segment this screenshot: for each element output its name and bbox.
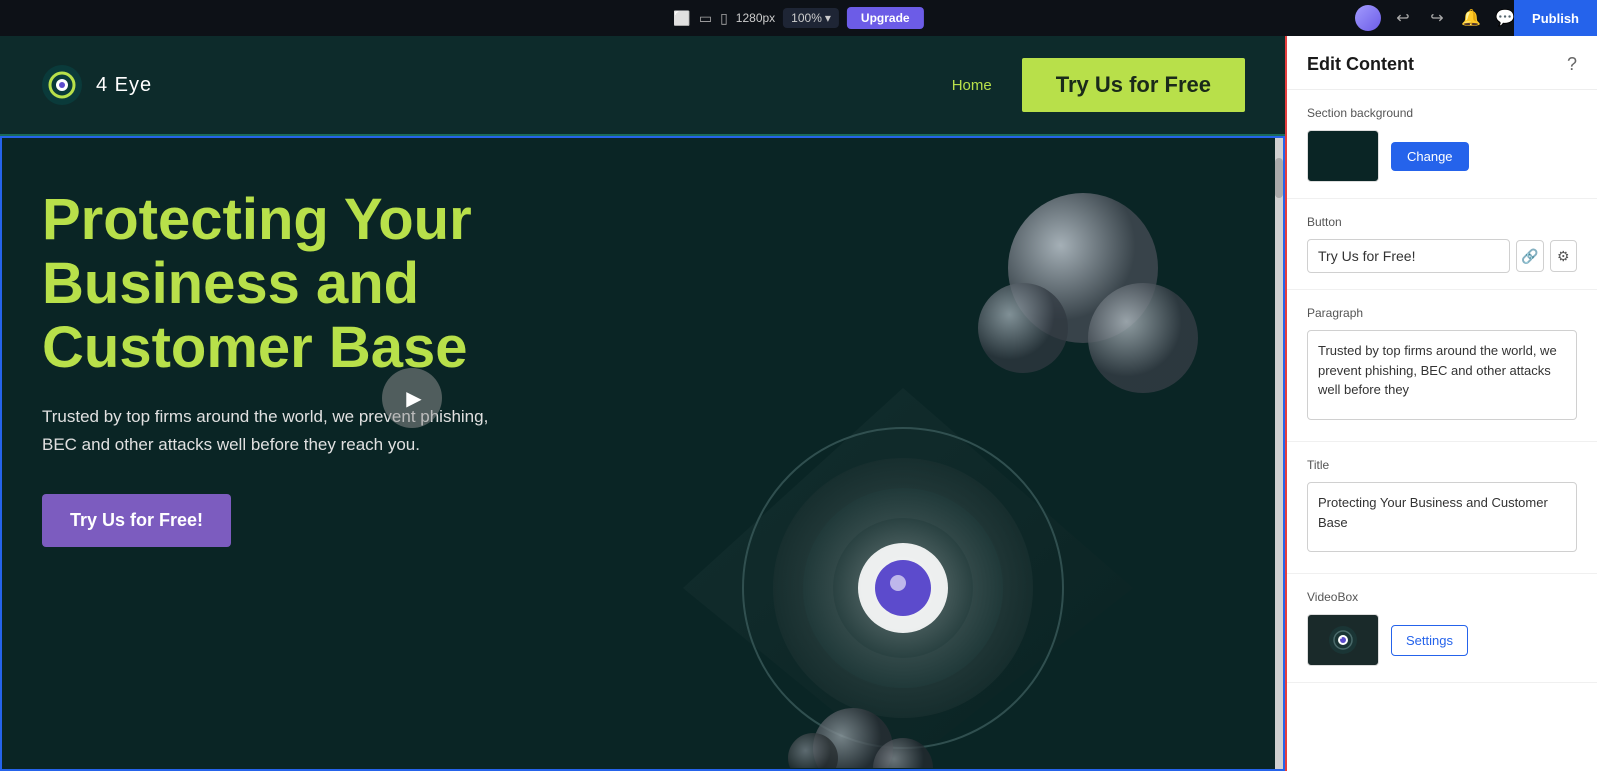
change-bg-button[interactable]: Change [1391, 142, 1469, 171]
upgrade-button[interactable]: Upgrade [847, 7, 924, 29]
toolbar-center: ⬜ ▭ ▯ 1280px 100% ▾ Upgrade [673, 7, 923, 29]
button-text-input[interactable] [1307, 239, 1510, 273]
hero-title: Protecting Your Business and Customer Ba… [42, 188, 522, 379]
logo-icon [40, 63, 84, 107]
zoom-button[interactable]: 100% ▾ [783, 8, 839, 28]
notification-icon[interactable]: 🔔 [1459, 8, 1483, 28]
preview-area: 4 Eye Home Try Us for Free Protecting Yo… [0, 36, 1285, 771]
site-logo: 4 Eye [40, 63, 152, 107]
title-section: Title Protecting Your Business and Custo… [1287, 442, 1597, 574]
help-icon[interactable]: ? [1567, 54, 1577, 75]
hero-subtitle: Trusted by top firms around the world, w… [42, 403, 522, 457]
redo-icon[interactable]: ↪ [1425, 8, 1449, 28]
main-layout: 4 Eye Home Try Us for Free Protecting Yo… [0, 36, 1597, 771]
paragraph-label: Paragraph [1307, 306, 1577, 320]
gear-icon-btn[interactable]: ⚙ [1550, 240, 1578, 272]
section-background-section: Section background Change [1287, 90, 1597, 199]
videobox-row: Settings [1307, 614, 1577, 666]
videobox-thumbnail [1307, 614, 1379, 666]
button-label: Button [1307, 215, 1577, 229]
resolution-display: 1280px [736, 11, 775, 25]
publish-button[interactable]: Publish [1514, 0, 1597, 36]
section-bg-label: Section background [1307, 106, 1577, 120]
videobox-settings-button[interactable]: Settings [1391, 625, 1468, 656]
paragraph-textarea[interactable]: Trusted by top firms around the world, w… [1307, 330, 1577, 420]
edit-panel-header: Edit Content ? [1287, 36, 1597, 90]
tablet-icon[interactable]: ▭ [699, 10, 712, 27]
toolbar: ⬜ ▭ ▯ 1280px 100% ▾ Upgrade ↩ ↪ 🔔 💬 ⚙ 👁 … [0, 0, 1597, 36]
mobile-icon[interactable]: ▯ [720, 10, 728, 27]
site-header: 4 Eye Home Try Us for Free [0, 36, 1285, 136]
edit-panel: Edit Content ? Section background Change… [1285, 36, 1597, 771]
paragraph-section: Paragraph Trusted by top firms around th… [1287, 290, 1597, 442]
toolbar-right: ↩ ↪ 🔔 💬 ⚙ 👁 Publish [1355, 5, 1585, 31]
scrollbar[interactable] [1275, 138, 1283, 769]
hero-content: Protecting Your Business and Customer Ba… [42, 188, 522, 547]
site-nav: Home Try Us for Free [952, 58, 1245, 112]
bg-color-swatch[interactable] [1307, 130, 1379, 182]
videobox-section: VideoBox Settings [1287, 574, 1597, 683]
hero-section: Protecting Your Business and Customer Ba… [0, 136, 1285, 771]
nav-home[interactable]: Home [952, 77, 992, 94]
link-icon-btn[interactable]: 🔗 [1516, 240, 1544, 272]
eye-graphic [683, 168, 1203, 768]
videobox-label: VideoBox [1307, 590, 1577, 604]
bg-swatch-row: Change [1307, 130, 1577, 182]
edit-panel-title: Edit Content [1307, 54, 1414, 75]
play-icon: ▶ [406, 386, 421, 411]
button-input-row: 🔗 ⚙ [1307, 239, 1577, 273]
logo-text: 4 Eye [96, 74, 152, 97]
title-textarea[interactable]: Protecting Your Business and Customer Ba… [1307, 482, 1577, 552]
button-section: Button 🔗 ⚙ [1287, 199, 1597, 290]
play-button[interactable]: ▶ [382, 368, 442, 428]
nav-cta-button[interactable]: Try Us for Free [1022, 58, 1245, 112]
undo-icon[interactable]: ↩ [1391, 8, 1415, 28]
scrollbar-thumb [1275, 158, 1283, 198]
title-label: Title [1307, 458, 1577, 472]
hero-cta-button[interactable]: Try Us for Free! [42, 494, 231, 547]
avatar[interactable] [1355, 5, 1381, 31]
desktop-icon[interactable]: ⬜ [673, 10, 690, 27]
